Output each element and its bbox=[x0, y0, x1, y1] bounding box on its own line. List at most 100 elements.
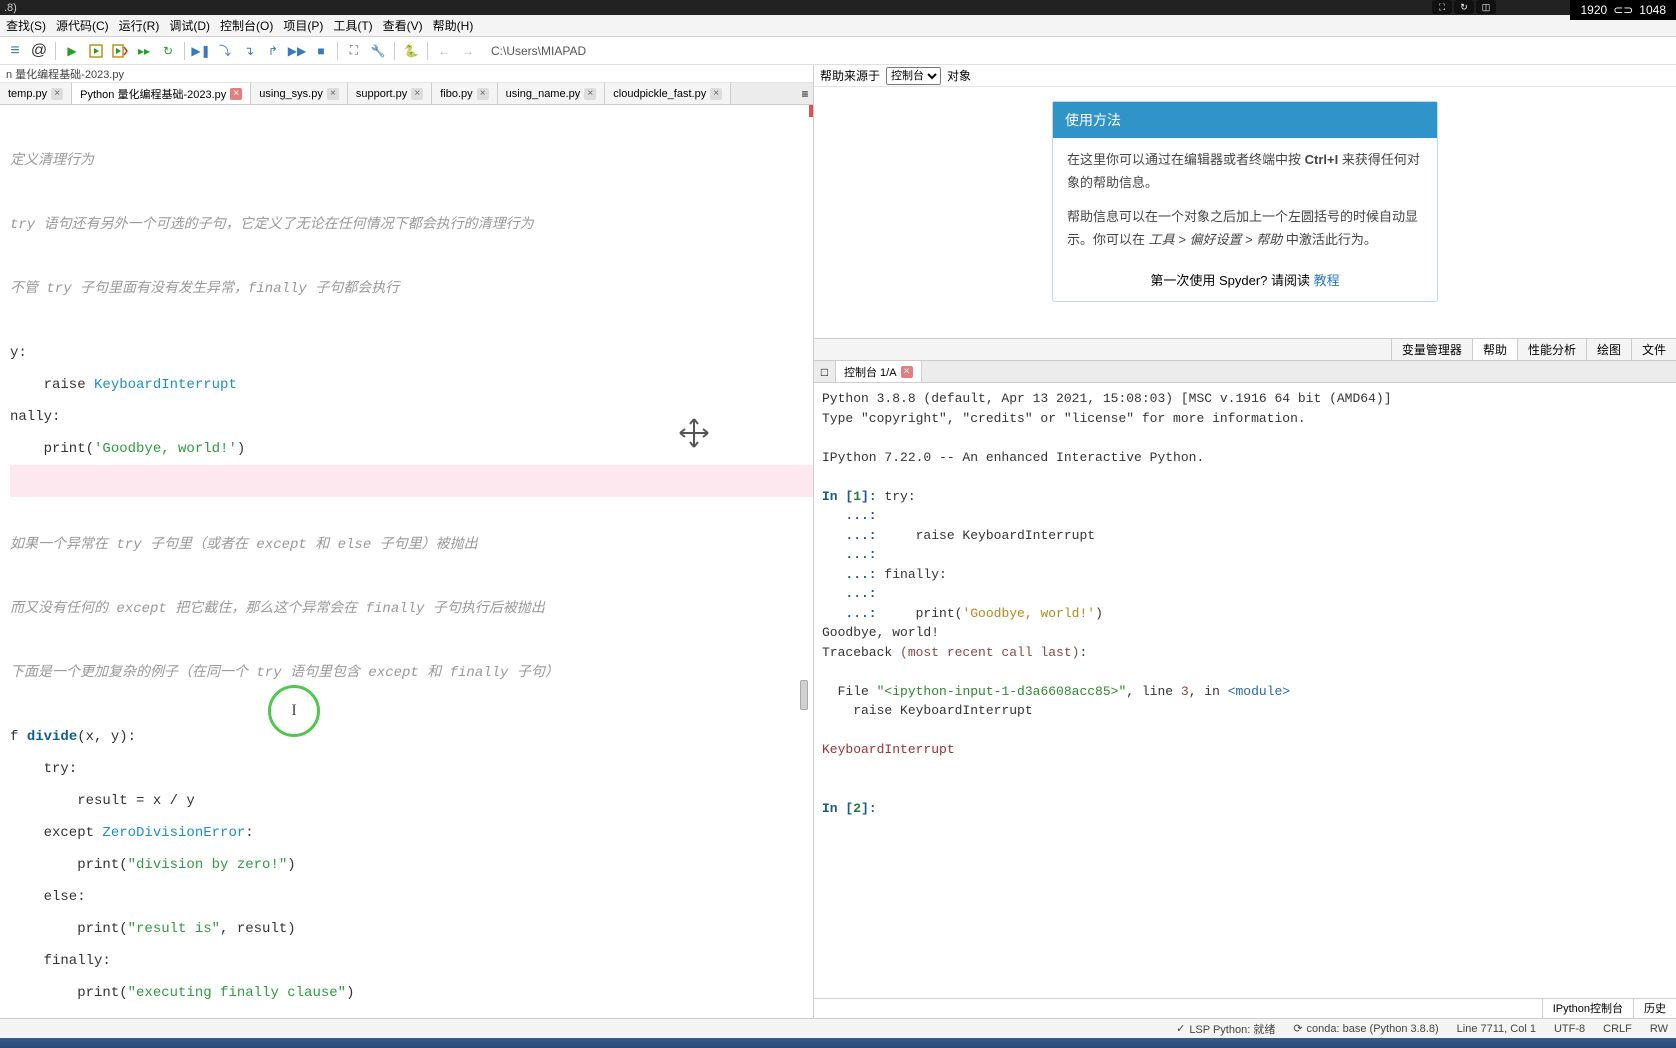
step-into-icon[interactable]: ↴ bbox=[238, 40, 260, 62]
tab-profiler[interactable]: 性能分析 bbox=[1517, 339, 1586, 360]
console-bottom-tabs: IPython控制台 历史 bbox=[814, 998, 1676, 1018]
tab-fibo[interactable]: fibo.py× bbox=[432, 83, 497, 104]
status-lsp[interactable]: ✓ LSP Python: 就绪 bbox=[1176, 1021, 1275, 1037]
maximize-icon[interactable]: ⛶ bbox=[343, 40, 365, 62]
help-card-title: 使用方法 bbox=[1053, 102, 1437, 138]
run-selection-icon[interactable]: ▸▸ bbox=[133, 40, 155, 62]
resolution-badge: 1920 ⊂⊃ 1048 bbox=[1570, 0, 1676, 20]
menu-debug[interactable]: 调试(D) bbox=[165, 15, 214, 36]
help-pane: 帮助来源于 控制台 对象 使用方法 在这里你可以通过在编辑器或者终端中按 Ctr… bbox=[814, 65, 1676, 361]
console-tabs: □ 控制台 1/A × bbox=[814, 361, 1676, 383]
preferences-icon[interactable]: 🔧 bbox=[367, 40, 389, 62]
help-source-select[interactable]: 控制台 bbox=[886, 67, 941, 85]
editor-file-path: n 量化编程基础-2023.py bbox=[0, 65, 813, 83]
tab-plots[interactable]: 绘图 bbox=[1586, 339, 1631, 360]
code-comment: 下面是一个更加复杂的例子（在同一个 try 语句里包含 except 和 fin… bbox=[10, 657, 813, 689]
run-file-icon[interactable]: ▶ bbox=[61, 40, 83, 62]
tab-variable-explorer[interactable]: 变量管理器 bbox=[1391, 339, 1472, 360]
splitter-handle[interactable] bbox=[800, 680, 808, 710]
tab-history[interactable]: 历史 bbox=[1633, 999, 1676, 1018]
editor-tabs: temp.py× Python 量化编程基础-2023.py× using_sy… bbox=[0, 83, 813, 105]
tab-using-sys[interactable]: using_sys.py× bbox=[251, 83, 348, 104]
run-cell-advance-icon[interactable] bbox=[109, 40, 131, 62]
tab-temp[interactable]: temp.py× bbox=[0, 83, 72, 104]
os-taskbar[interactable] bbox=[0, 1038, 1676, 1048]
titlebar-text: .8) bbox=[4, 2, 17, 14]
rerun-icon[interactable]: ↻ bbox=[157, 40, 179, 62]
console-tab[interactable]: 控制台 1/A × bbox=[836, 361, 922, 382]
menu-view[interactable]: 查看(V) bbox=[379, 15, 427, 36]
menu-search[interactable]: 查找(S) bbox=[2, 15, 50, 36]
scroll-marker bbox=[809, 105, 813, 117]
status-line-col[interactable]: Line 7711, Col 1 bbox=[1457, 1021, 1536, 1037]
at-icon[interactable]: @ bbox=[28, 40, 50, 62]
tab-support[interactable]: support.py× bbox=[348, 83, 432, 104]
code-comment: 如果一个异常在 try 子句里（或者在 except 和 else 子句里）被抛… bbox=[10, 529, 813, 561]
tab-main[interactable]: Python 量化编程基础-2023.py× bbox=[72, 83, 251, 104]
step-out-icon[interactable]: ↱ bbox=[262, 40, 284, 62]
loop-icon[interactable]: ↻ bbox=[1454, 0, 1474, 14]
help-footer: 第一次使用 Spyder? 请阅读 教程 bbox=[1053, 262, 1437, 301]
tab-ipython-console[interactable]: IPython控制台 bbox=[1542, 999, 1633, 1018]
help-object-label: 对象 bbox=[947, 67, 971, 84]
status-encoding[interactable]: UTF-8 bbox=[1554, 1021, 1585, 1037]
run-cell-icon[interactable] bbox=[85, 40, 107, 62]
console-pane: □ 控制台 1/A × Python 3.8.8 (default, Apr 1… bbox=[814, 361, 1676, 1018]
code-comment: try 语句还有另外一个可选的子句，它定义了无论在任何情况下都会执行的清理行为 bbox=[10, 209, 813, 241]
close-icon[interactable]: × bbox=[477, 88, 489, 100]
continue-icon[interactable]: ▶▶ bbox=[286, 40, 308, 62]
statusbar: ✓ LSP Python: 就绪 ⟳ conda: base (Python 3… bbox=[0, 1018, 1676, 1038]
tutorial-link[interactable]: 教程 bbox=[1314, 273, 1340, 288]
nav-back-icon[interactable]: ← bbox=[433, 40, 455, 62]
help-text: 帮助信息可以在一个对象之后加上一个左圆括号的时候自动显示。你可以在 工具 > 偏… bbox=[1067, 205, 1423, 252]
menu-run[interactable]: 运行(R) bbox=[115, 15, 164, 36]
right-pane: 帮助来源于 控制台 对象 使用方法 在这里你可以通过在编辑器或者终端中按 Ctr… bbox=[814, 65, 1676, 1018]
menubar: 查找(S) 源代码(C) 运行(R) 调试(D) 控制台(O) 项目(P) 工具… bbox=[0, 15, 1676, 37]
move-cursor-icon bbox=[676, 415, 712, 451]
working-dir[interactable]: C:\Users\MIAPAD bbox=[491, 44, 586, 58]
help-tabs: 变量管理器 帮助 性能分析 绘图 文件 bbox=[814, 338, 1676, 360]
code-editor[interactable]: 定义清理行为 try 语句还有另外一个可选的子句，它定义了无论在任何情况下都会执… bbox=[0, 105, 813, 1018]
close-icon[interactable]: × bbox=[230, 88, 242, 100]
titlebar: .8) bbox=[0, 0, 1676, 15]
code-comment: 不管 try 子句里面有没有发生异常，finally 子句都会执行 bbox=[10, 273, 813, 305]
nav-fwd-icon[interactable]: → bbox=[457, 40, 479, 62]
status-conda[interactable]: ⟳ conda: base (Python 3.8.8) bbox=[1293, 1021, 1438, 1037]
stop-debug-icon[interactable]: ■ bbox=[310, 40, 332, 62]
cursor-highlight bbox=[268, 685, 320, 737]
close-icon[interactable]: × bbox=[51, 88, 63, 100]
close-icon[interactable]: × bbox=[710, 88, 722, 100]
menu-help[interactable]: 帮助(H) bbox=[429, 15, 478, 36]
status-rw[interactable]: RW bbox=[1650, 1021, 1668, 1037]
close-icon[interactable]: × bbox=[411, 88, 423, 100]
tab-files[interactable]: 文件 bbox=[1631, 339, 1676, 360]
python-path-icon[interactable]: 🐍 bbox=[400, 40, 422, 62]
tab-options-icon[interactable]: ≡ bbox=[797, 83, 813, 105]
tab-help[interactable]: 帮助 bbox=[1472, 339, 1517, 360]
fullscreen-icon[interactable]: ⛶ bbox=[1432, 0, 1452, 14]
help-text: 在这里你可以通过在编辑器或者终端中按 Ctrl+I 来获得任何对象的帮助信息。 bbox=[1067, 148, 1423, 195]
editor-pane: n 量化编程基础-2023.py temp.py× Python 量化编程基础-… bbox=[0, 65, 814, 1018]
video-controls: ⛶ ↻ ◫ bbox=[1432, 0, 1496, 14]
help-toolbar: 帮助来源于 控制台 对象 bbox=[814, 65, 1676, 87]
list-icon[interactable]: ≡ bbox=[4, 40, 26, 62]
close-icon[interactable]: × bbox=[327, 88, 339, 100]
debug-icon[interactable]: ▶❚ bbox=[190, 40, 212, 62]
menu-project[interactable]: 项目(P) bbox=[279, 15, 327, 36]
menu-console[interactable]: 控制台(O) bbox=[216, 15, 277, 36]
tab-cloudpickle[interactable]: cloudpickle_fast.py× bbox=[605, 83, 731, 104]
console-output[interactable]: Python 3.8.8 (default, Apr 13 2021, 15:0… bbox=[814, 383, 1676, 998]
menu-source[interactable]: 源代码(C) bbox=[52, 15, 113, 36]
close-icon[interactable]: × bbox=[584, 88, 596, 100]
popout-icon[interactable]: ◫ bbox=[1476, 0, 1496, 14]
step-over-icon[interactable]: ⤵ bbox=[214, 40, 236, 62]
code-comment: 定义清理行为 bbox=[10, 145, 813, 177]
toolbar: ≡ @ ▶ ▸▸ ↻ ▶❚ ⤵ ↴ ↱ ▶▶ ■ ⛶ 🔧 🐍 ← → C:\Us… bbox=[0, 37, 1676, 65]
tab-using-name[interactable]: using_name.py× bbox=[498, 83, 606, 104]
help-card: 使用方法 在这里你可以通过在编辑器或者终端中按 Ctrl+I 来获得任何对象的帮… bbox=[1052, 101, 1438, 302]
menu-tools[interactable]: 工具(T) bbox=[329, 15, 376, 36]
close-icon[interactable]: × bbox=[901, 366, 913, 378]
status-eol[interactable]: CRLF bbox=[1603, 1021, 1632, 1037]
console-list-icon[interactable]: □ bbox=[814, 361, 836, 382]
help-source-label: 帮助来源于 bbox=[820, 67, 880, 84]
